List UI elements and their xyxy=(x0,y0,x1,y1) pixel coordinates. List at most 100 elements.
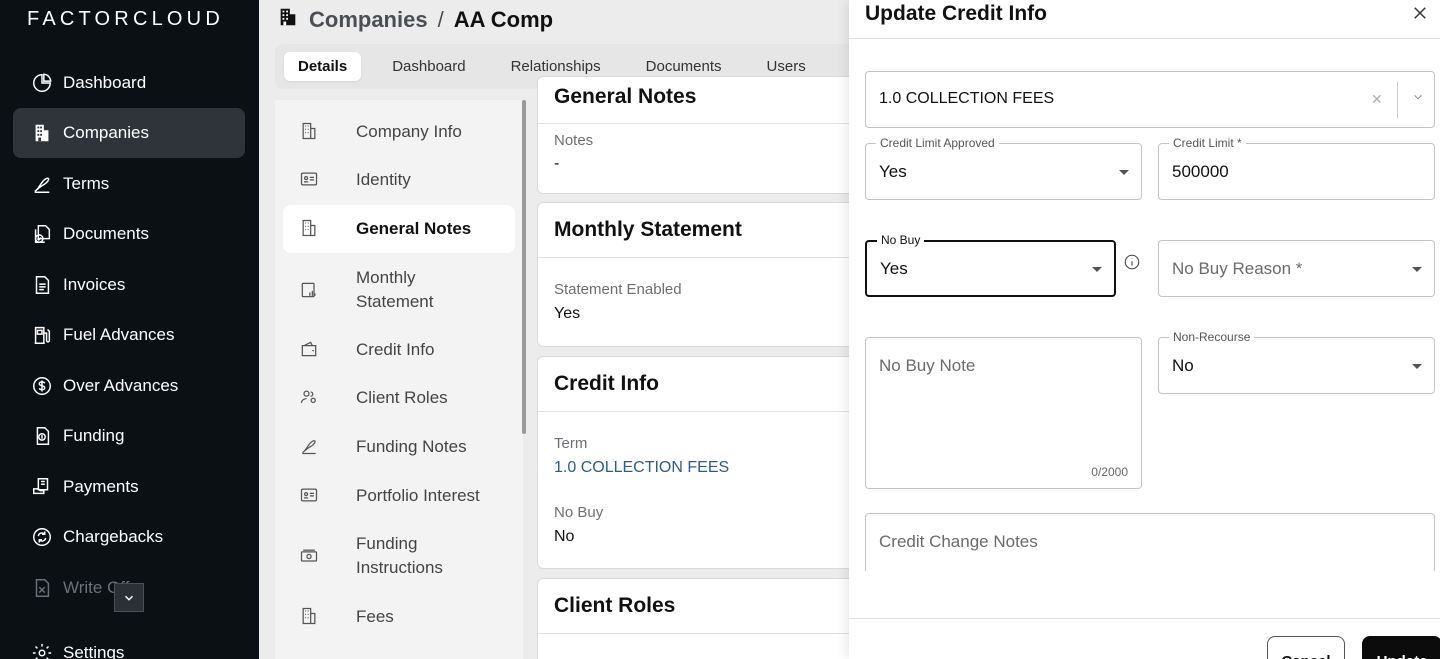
card-title: General Notes xyxy=(554,85,697,108)
breadcrumb-companies-link[interactable]: Companies xyxy=(309,7,428,33)
card-title: Credit Info xyxy=(554,372,659,395)
section-nav-monthly-statement[interactable]: Monthly Statement xyxy=(283,264,515,316)
dropdown-caret-icon xyxy=(1119,170,1129,175)
update-button[interactable]: Update xyxy=(1362,636,1440,659)
no-buy-note-placeholder: No Buy Note xyxy=(879,356,976,375)
sidebar: FACTORCLOUD Dashboard Companies Terms Do… xyxy=(0,0,259,659)
field-value-no-buy: No xyxy=(554,528,575,545)
building-icon xyxy=(299,218,321,240)
tab-dashboard[interactable]: Dashboard xyxy=(378,52,479,81)
tab-details[interactable]: Details xyxy=(284,52,362,81)
statement-icon xyxy=(299,280,321,302)
non-recourse-label: Non-Recourse xyxy=(1169,330,1255,344)
credit-change-notes-placeholder: Credit Change Notes xyxy=(879,532,1038,551)
sidebar-item-terms[interactable]: Terms xyxy=(13,159,245,209)
credit-limit-approved-select[interactable]: Credit Limit Approved Yes xyxy=(865,136,1142,200)
close-button[interactable] xyxy=(1409,2,1431,24)
id-card-icon xyxy=(299,169,321,191)
sidebar-item-label: Settings xyxy=(63,643,125,659)
section-nav-label: General Notes xyxy=(356,219,472,238)
chargeback-icon xyxy=(31,526,53,548)
chevron-down-icon[interactable] xyxy=(1411,90,1425,104)
section-nav-credit-info[interactable]: Credit Info xyxy=(283,334,515,366)
section-nav-fees[interactable]: Fees xyxy=(283,601,515,633)
sidebar-item-label: Invoices xyxy=(63,275,126,294)
close-icon xyxy=(1414,7,1426,19)
wallet-icon xyxy=(299,339,321,361)
update-credit-info-drawer: Update Credit Info 1.0 COLLECTION FEES ✕… xyxy=(849,0,1440,659)
section-nav-company-info[interactable]: Company Info xyxy=(283,116,515,148)
card-divider xyxy=(538,123,866,124)
payments-icon xyxy=(31,476,53,498)
section-nav-label: Funding Instructions xyxy=(356,534,443,577)
card-title: Client Roles xyxy=(554,594,676,617)
sidebar-item-dashboard[interactable]: Dashboard xyxy=(13,58,245,108)
no-buy-select[interactable]: No Buy Yes xyxy=(865,233,1116,297)
sidebar-item-companies[interactable]: Companies xyxy=(13,108,245,158)
dropdown-caret-icon xyxy=(1412,364,1422,369)
section-nav-label: Funding Notes xyxy=(356,437,467,456)
section-nav-portfolio-interest[interactable]: Portfolio Interest xyxy=(283,480,515,512)
signature-icon xyxy=(299,436,321,458)
dropdown-caret-icon xyxy=(1412,267,1422,272)
write-off-icon xyxy=(31,577,53,599)
documents-icon xyxy=(31,223,53,245)
signature-icon xyxy=(31,173,53,195)
sidebar-item-label: Chargebacks xyxy=(63,527,164,546)
section-nav-funding-notes[interactable]: Funding Notes xyxy=(283,431,515,463)
card-divider xyxy=(538,411,866,412)
section-nav-funding-instructions[interactable]: Funding Instructions xyxy=(283,530,515,582)
breadcrumb-separator: / xyxy=(437,7,444,32)
sidebar-item-label: Companies xyxy=(63,123,149,142)
cash-icon xyxy=(299,546,321,568)
section-nav: Company Info Identity General Notes Mont… xyxy=(275,100,523,659)
no-buy-reason-placeholder: No Buy Reason * xyxy=(1172,259,1303,278)
sidebar-item-settings[interactable]: Settings xyxy=(13,628,245,659)
select-separator xyxy=(1397,82,1398,118)
field-value-statement-enabled: Yes xyxy=(554,305,581,322)
sidebar-item-over-advances[interactable]: Over Advances xyxy=(13,361,245,411)
term-select[interactable]: 1.0 COLLECTION FEES ✕ xyxy=(865,71,1435,128)
section-nav-label: Identity xyxy=(356,170,411,189)
sidebar-scroll-down-button[interactable] xyxy=(114,583,144,612)
cancel-button[interactable]: Cancel xyxy=(1267,636,1345,659)
fuel-icon xyxy=(31,324,53,346)
non-recourse-select[interactable]: Non-Recourse No xyxy=(1158,330,1435,394)
sidebar-item-funding[interactable]: Funding xyxy=(13,411,245,461)
credit-limit-value: 500000 xyxy=(1172,162,1229,181)
building-icon xyxy=(31,122,53,144)
section-nav-client-roles[interactable]: Client Roles xyxy=(283,382,515,414)
drawer-footer-divider xyxy=(849,618,1440,619)
drawer-scroll-mask xyxy=(849,571,1440,618)
invoice-icon xyxy=(31,274,53,296)
field-label-notes: Notes xyxy=(554,132,594,149)
sidebar-item-label: Over Advances xyxy=(63,376,179,395)
sidebar-item-invoices[interactable]: Invoices xyxy=(13,260,245,310)
sidebar-item-fuel-advances[interactable]: Fuel Advances xyxy=(13,310,245,360)
card-general-notes: General Notes Notes - xyxy=(537,76,867,194)
section-nav-label: Portfolio Interest xyxy=(356,486,480,505)
info-icon[interactable] xyxy=(1123,253,1141,271)
section-nav-scrollbar[interactable] xyxy=(522,100,526,434)
term-select-value: 1.0 COLLECTION FEES xyxy=(879,90,1055,107)
no-buy-note-textarea[interactable]: No Buy Note 0/2000 xyxy=(865,337,1142,489)
card-title: Monthly Statement xyxy=(554,218,742,241)
section-nav-identity[interactable]: Identity xyxy=(283,164,515,196)
sidebar-item-payments[interactable]: Payments xyxy=(13,462,245,512)
section-nav-general-notes[interactable]: General Notes xyxy=(283,205,515,253)
sidebar-item-chargebacks[interactable]: Chargebacks xyxy=(13,512,245,562)
building-icon xyxy=(299,121,321,143)
app-logo: FACTORCLOUD xyxy=(27,8,224,30)
field-label-term: Term xyxy=(554,435,588,452)
funding-icon xyxy=(31,425,53,447)
clear-icon[interactable]: ✕ xyxy=(1371,91,1383,108)
no-buy-reason-select[interactable]: No Buy Reason * xyxy=(1158,240,1435,297)
section-nav-label: Monthly Statement xyxy=(356,268,434,311)
term-link[interactable]: 1.0 COLLECTION FEES xyxy=(538,459,729,477)
section-nav-label: Credit Info xyxy=(356,340,435,359)
sidebar-item-documents[interactable]: Documents xyxy=(13,209,245,259)
credit-limit-field[interactable]: Credit Limit * 500000 xyxy=(1158,136,1435,200)
field-label-statement-enabled: Statement Enabled xyxy=(554,281,682,298)
breadcrumb: Companies / AA Comp xyxy=(277,6,553,34)
sidebar-item-label: Documents xyxy=(63,224,149,243)
